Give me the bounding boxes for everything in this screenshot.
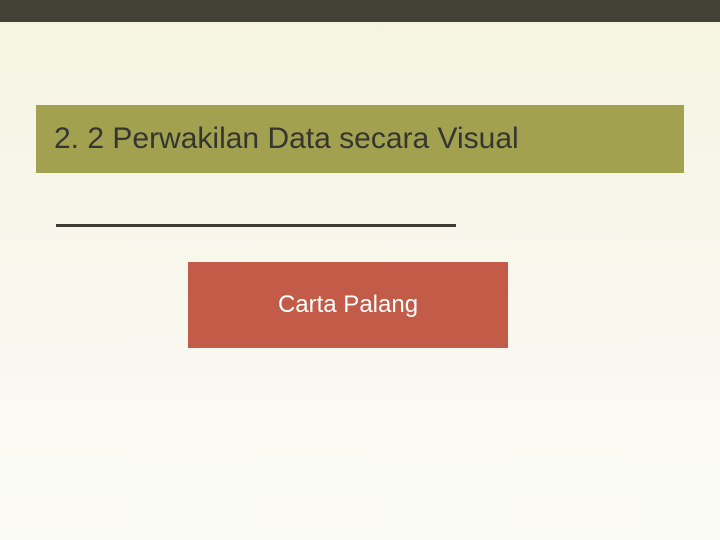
top-accent-bar xyxy=(0,0,720,22)
section-title-text: 2. 2 Perwakilan Data secara Visual xyxy=(54,122,519,156)
section-title-box: 2. 2 Perwakilan Data secara Visual xyxy=(36,105,684,173)
subtitle-text: Carta Palang xyxy=(278,291,418,319)
subtitle-box: Carta Palang xyxy=(188,262,508,348)
horizontal-divider xyxy=(56,224,456,227)
